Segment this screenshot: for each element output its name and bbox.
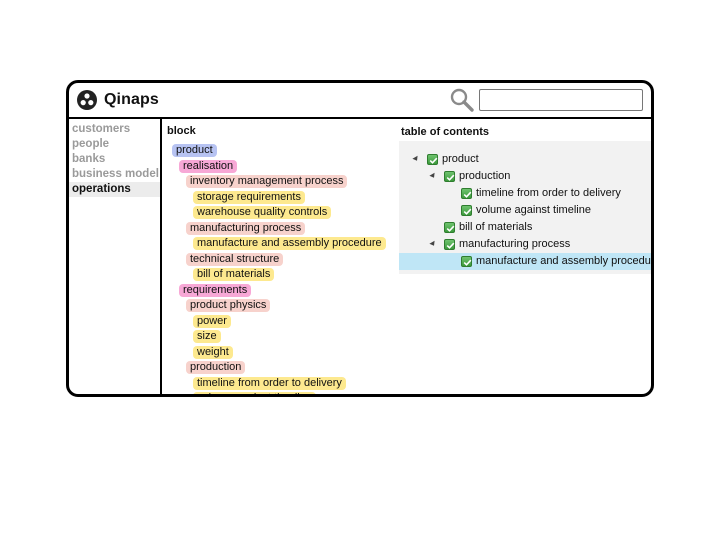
block-item: inventory management process — [164, 171, 397, 188]
toc-row[interactable]: volume against timeline — [399, 202, 651, 219]
checkbox-checked-icon[interactable] — [444, 239, 455, 250]
block-heading: block — [167, 125, 196, 137]
block-item: production — [164, 357, 397, 374]
toc-tree: product production timeline from order to … — [399, 141, 651, 274]
toc-heading: table of contents — [401, 126, 490, 138]
toc-item-label[interactable]: volume against timeline — [476, 203, 591, 217]
block-item: size — [164, 326, 397, 343]
toc-row[interactable]: manufacture and assembly procedure — [399, 253, 651, 270]
checkbox-checked-icon[interactable] — [461, 188, 472, 199]
sidebar-item-operations[interactable]: operations — [69, 182, 160, 197]
block-item: realisation — [164, 156, 397, 173]
toc-row[interactable]: bill of materials — [399, 219, 651, 236]
checkbox-checked-icon[interactable] — [444, 222, 455, 233]
block-chip[interactable]: volume against timeline — [193, 392, 316, 394]
block-item: requirements — [164, 280, 397, 297]
expand-toggle-icon[interactable] — [412, 155, 420, 163]
checkbox-checked-icon[interactable] — [444, 171, 455, 182]
toc-panel: table of contents product production timel… — [399, 119, 651, 394]
block-item: manufacturing process — [164, 218, 397, 235]
sidebar-list: customers people banks business model operat… — [69, 122, 160, 197]
app-header: Qinaps — [69, 83, 651, 119]
checkbox-checked-icon[interactable] — [427, 154, 438, 165]
toc-item-label[interactable]: manufacturing process — [459, 237, 570, 251]
toc-row[interactable]: timeline from order to delivery — [399, 185, 651, 202]
expand-toggle-icon[interactable] — [429, 172, 437, 180]
block-item: bill of materials — [164, 264, 397, 281]
search-input[interactable] — [479, 89, 643, 111]
toc-row[interactable]: production — [399, 168, 651, 185]
toc-item-label[interactable]: product — [442, 152, 479, 166]
sidebar-item-customers[interactable]: customers — [69, 122, 160, 137]
toc-item-label[interactable]: timeline from order to delivery — [476, 186, 621, 200]
checkbox-checked-icon[interactable] — [461, 256, 472, 267]
sidebar-item-banks[interactable]: banks — [69, 152, 160, 167]
app-window: Qinaps customers people banks business mode… — [66, 80, 654, 397]
toc-item-label[interactable]: bill of materials — [459, 220, 532, 234]
search-icon[interactable] — [449, 87, 475, 113]
sidebar-item-business-model[interactable]: business model — [69, 167, 160, 182]
toc-item-label[interactable]: manufacture and assembly procedure — [476, 254, 651, 268]
block-item: technical structure — [164, 249, 397, 266]
block-item: weight — [164, 342, 397, 359]
block-item: product physics — [164, 295, 397, 312]
expand-toggle-icon[interactable] — [429, 240, 437, 248]
sidebar-item-people[interactable]: people — [69, 137, 160, 152]
checkbox-checked-icon[interactable] — [461, 205, 472, 216]
block-item: manufacture and assembly procedure — [164, 233, 397, 250]
toc-item-label[interactable]: production — [459, 169, 510, 183]
block-list: product realisation inventory management p… — [164, 140, 397, 394]
toc-row[interactable]: manufacturing process — [399, 236, 651, 253]
block-item: timeline from order to delivery — [164, 373, 397, 390]
block-item: product — [164, 140, 397, 157]
block-item: warehouse quality controls — [164, 202, 397, 219]
app-title: Qinaps — [104, 91, 159, 108]
block-item: storage requirements — [164, 187, 397, 204]
block-panel: block product realisation inventory manage… — [164, 119, 397, 394]
block-item: power — [164, 311, 397, 328]
qinaps-logo-icon — [77, 90, 97, 110]
block-item: volume against timeline — [164, 388, 397, 394]
toc-row[interactable]: product — [399, 151, 651, 168]
sidebar: customers people banks business model operat… — [69, 119, 162, 394]
